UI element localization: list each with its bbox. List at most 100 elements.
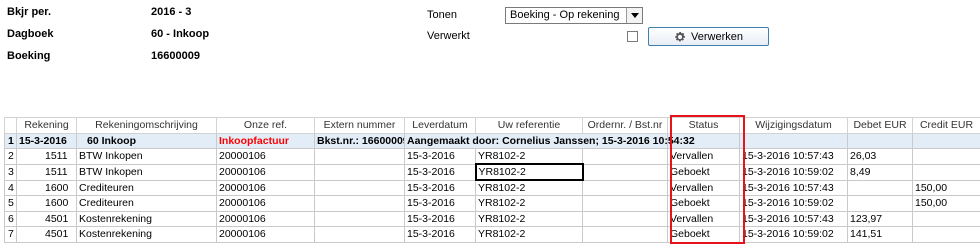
cell-order bbox=[582, 195, 668, 212]
processed-checkbox[interactable] bbox=[627, 31, 638, 42]
cell-onze-ref: 20000106 bbox=[216, 179, 315, 196]
cell-extern bbox=[314, 163, 405, 181]
col-header-order[interactable]: Ordernr. / Bst.nr bbox=[582, 117, 668, 134]
cell-uw-ref: YR8102-2 bbox=[475, 226, 583, 243]
cell-onze-ref: 20000106 bbox=[216, 195, 315, 212]
cell-wijziging: 15-3-2016 10:59:02 bbox=[739, 163, 848, 181]
cell-leverdatum: 15-3-2016 bbox=[404, 226, 476, 243]
cell-extern bbox=[314, 195, 405, 212]
col-header-rekening[interactable]: Rekening bbox=[16, 117, 77, 134]
cell-rekening: 15-3-2016 bbox=[16, 132, 77, 149]
row-index: 7 bbox=[4, 226, 17, 243]
cell-onze-ref: 20000106 bbox=[216, 148, 315, 165]
cell-rekening: 1600 bbox=[16, 179, 77, 196]
show-select-value: Boeking - Op rekening bbox=[510, 9, 620, 21]
cell-omschrijving: BTW Inkopen bbox=[76, 163, 217, 181]
cell-extern: Bkst.nr.: 16600009 bbox=[314, 132, 405, 149]
cell-status: Geboekt bbox=[667, 195, 740, 212]
cell-debet: 8,49 bbox=[847, 163, 913, 181]
col-header-index[interactable] bbox=[4, 117, 17, 134]
cell-uw-ref: YR8102-2 bbox=[475, 148, 583, 165]
row-index: 2 bbox=[4, 148, 17, 165]
cell-onze-ref: Inkoopfactuur bbox=[216, 132, 315, 149]
period-value: 2016 - 3 bbox=[151, 6, 192, 18]
table-row[interactable]: 7 4501 Kostenrekening 20000106 15-3-2016… bbox=[4, 226, 980, 243]
cell-credit bbox=[912, 163, 980, 181]
table-row[interactable]: 3 1511 BTW Inkopen 20000106 15-3-2016 YR… bbox=[4, 163, 980, 181]
period-label: Bkjr per. bbox=[7, 6, 52, 18]
cell-rekening: 1511 bbox=[16, 148, 77, 165]
cell-rekening: 4501 bbox=[16, 226, 77, 243]
cell-wijziging: 15-3-2016 10:57:43 bbox=[739, 179, 848, 196]
cell-wijziging: 15-3-2016 10:57:43 bbox=[739, 210, 848, 227]
cell-rekening: 1511 bbox=[16, 163, 77, 181]
journal-value: 60 - Inkoop bbox=[151, 28, 210, 40]
row-index: 1 bbox=[4, 132, 17, 149]
table-row[interactable]: 5 1600 Crediteuren 20000106 15-3-2016 YR… bbox=[4, 195, 980, 212]
col-header-status[interactable]: Status bbox=[667, 117, 740, 134]
col-header-uw-ref[interactable]: Uw referentie bbox=[475, 117, 583, 134]
cell-omschrijving: Crediteuren bbox=[76, 195, 217, 212]
row-index: 5 bbox=[4, 195, 17, 212]
cell-credit bbox=[912, 210, 980, 227]
cell-omschrijving: BTW Inkopen bbox=[76, 148, 217, 165]
cell-status: Geboekt bbox=[667, 163, 740, 181]
cell-rekening: 4501 bbox=[16, 210, 77, 227]
col-header-extern[interactable]: Extern nummer bbox=[314, 117, 405, 134]
processed-label: Verwerkt bbox=[427, 30, 470, 42]
show-label: Tonen bbox=[427, 9, 457, 21]
col-header-credit[interactable]: Credit EUR bbox=[912, 117, 980, 134]
cell-credit: 150,00 bbox=[912, 195, 980, 212]
cell-order bbox=[582, 210, 668, 227]
cell-credit: 150,00 bbox=[912, 179, 980, 196]
gear-icon bbox=[675, 31, 686, 41]
cell-status: Geboekt bbox=[667, 226, 740, 243]
cell-uw-ref-selected[interactable]: YR8102-2 bbox=[474, 163, 584, 181]
cell-omschrijving: Kostenrekening bbox=[76, 226, 217, 243]
cell-leverdatum: 15-3-2016 bbox=[404, 210, 476, 227]
process-button-label: Verwerken bbox=[691, 30, 743, 43]
cell-extern bbox=[314, 179, 405, 196]
cell-status: Vervallen bbox=[667, 210, 740, 227]
cell-debet bbox=[847, 195, 913, 212]
cell-wijziging: 15-3-2016 10:57:43 bbox=[739, 148, 848, 165]
col-header-leverdatum[interactable]: Leverdatum bbox=[404, 117, 476, 134]
booking-table: Rekening Rekeningomschrijving Onze ref. … bbox=[4, 117, 980, 243]
cell-extern bbox=[314, 226, 405, 243]
cell-extern bbox=[314, 148, 405, 165]
group-row[interactable]: 1 15-3-2016 60 Inkoop Inkoopfactuur Bkst… bbox=[4, 132, 980, 149]
table-row[interactable]: 4 1600 Crediteuren 20000106 15-3-2016 YR… bbox=[4, 179, 980, 196]
cell-status: Vervallen bbox=[667, 148, 740, 165]
row-index: 3 bbox=[4, 163, 17, 181]
cell-order bbox=[582, 163, 668, 181]
table-row[interactable]: 2 1511 BTW Inkopen 20000106 15-3-2016 YR… bbox=[4, 148, 980, 165]
cell-debet bbox=[847, 179, 913, 196]
chevron-down-icon[interactable] bbox=[626, 8, 642, 23]
cell-credit bbox=[912, 148, 980, 165]
cell-empty bbox=[912, 132, 980, 149]
cell-leverdatum: 15-3-2016 bbox=[404, 148, 476, 165]
cell-onze-ref: 20000106 bbox=[216, 210, 315, 227]
cell-uw-ref: YR8102-2 bbox=[475, 210, 583, 227]
cell-omschrijving: Crediteuren bbox=[76, 179, 217, 196]
cell-leverdatum: 15-3-2016 bbox=[404, 163, 476, 181]
col-header-onze-ref[interactable]: Onze ref. bbox=[216, 117, 315, 134]
cell-leverdatum: 15-3-2016 bbox=[404, 179, 476, 196]
col-header-omschrijving[interactable]: Rekeningomschrijving bbox=[76, 117, 217, 134]
cell-uw-ref: YR8102-2 bbox=[475, 195, 583, 212]
journal-label: Dagboek bbox=[7, 28, 54, 40]
cell-uw-ref: YR8102-2 bbox=[475, 179, 583, 196]
show-select[interactable]: Boeking - Op rekening bbox=[505, 7, 643, 24]
table-header-row: Rekening Rekeningomschrijving Onze ref. … bbox=[4, 117, 980, 134]
cell-rekening: 1600 bbox=[16, 195, 77, 212]
booking-label: Boeking bbox=[7, 50, 51, 62]
cell-credit bbox=[912, 226, 980, 243]
cell-status: Vervallen bbox=[667, 179, 740, 196]
booking-value: 16600009 bbox=[151, 50, 200, 62]
col-header-wijziging[interactable]: Wijzigingsdatum bbox=[739, 117, 848, 134]
cell-leverdatum: 15-3-2016 bbox=[404, 195, 476, 212]
col-header-debet[interactable]: Debet EUR bbox=[847, 117, 913, 134]
process-button[interactable]: Verwerken bbox=[648, 27, 769, 46]
cell-onze-ref: 20000106 bbox=[216, 226, 315, 243]
table-row[interactable]: 6 4501 Kostenrekening 20000106 15-3-2016… bbox=[4, 210, 980, 227]
